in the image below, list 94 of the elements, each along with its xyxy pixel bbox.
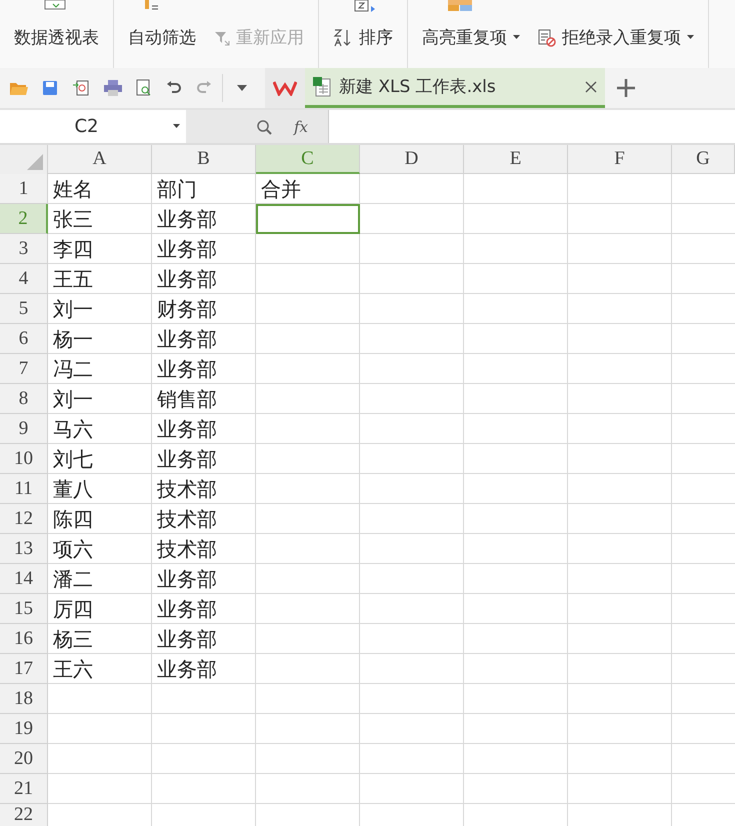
filter-icon [214,30,230,46]
table-cell[interactable]: 技术部 [152,504,256,534]
formula-field[interactable] [328,110,735,143]
table-cell[interactable]: 业务部 [152,564,256,594]
ribbon-button[interactable]: 拒绝录入重复项 [536,24,696,51]
highlight-grid-icon [448,0,472,12]
ribbon-button[interactable]: 数据透视表 [12,24,101,51]
table-cell[interactable]: 业务部 [152,354,256,384]
table-cell[interactable]: 刘一 [48,384,152,414]
column-header[interactable]: F [568,145,672,174]
row-header[interactable]: 6 [0,324,48,354]
preview-icon[interactable] [136,79,152,97]
name-box[interactable]: C2 [0,110,186,143]
column-header[interactable]: D [360,145,464,174]
print-icon[interactable] [104,80,122,96]
dropdown-icon[interactable] [237,85,247,91]
table-cell[interactable]: 王六 [48,654,152,684]
table-cell[interactable]: 合并 [256,174,360,204]
table-cell[interactable]: 销售部 [152,384,256,414]
table-cell[interactable]: 业务部 [152,234,256,264]
row-header[interactable]: 13 [0,534,48,564]
row-header[interactable]: 10 [0,444,48,474]
search-icon[interactable] [256,118,272,134]
row-header[interactable]: 4 [0,264,48,294]
undo-icon[interactable] [166,80,182,96]
ribbon-button[interactable]: 高亮重复项 [420,24,522,51]
tab-title: 新建 XLS 工作表.xls [339,76,497,98]
row-header[interactable]: 18 [0,684,48,714]
table-cell[interactable]: 刘一 [48,294,152,324]
ribbon-button[interactable]: 自动筛选 [126,24,198,51]
column-header[interactable]: E [464,145,568,174]
folder-icon[interactable] [10,81,28,95]
logo-icon[interactable] [265,68,305,108]
add-icon[interactable] [617,79,635,97]
row-header[interactable]: 9 [0,414,48,444]
table-cell[interactable]: 姓名 [48,174,152,204]
table-cell[interactable]: 业务部 [152,324,256,354]
table-cell[interactable]: 刘七 [48,444,152,474]
row-header[interactable]: 3 [0,234,48,264]
row-header[interactable]: 1 [0,174,48,204]
row-header[interactable]: 8 [0,384,48,414]
column-header[interactable]: G [672,145,735,174]
table-cell[interactable]: 业务部 [152,444,256,474]
close-icon[interactable] [585,80,597,92]
table-cell[interactable]: 杨三 [48,624,152,654]
row-header[interactable]: 14 [0,564,48,594]
table-cell[interactable]: 业务部 [152,414,256,444]
list-block-icon [538,28,556,46]
table-cell[interactable]: 业务部 [152,264,256,294]
sort-icon [333,28,353,46]
table-cell[interactable]: 马六 [48,414,152,444]
row-header[interactable]: 15 [0,594,48,624]
row-header[interactable]: 16 [0,624,48,654]
row-header[interactable]: 7 [0,354,48,384]
row-header[interactable]: 19 [0,714,48,744]
table-cell[interactable]: 厉四 [48,594,152,624]
column-header[interactable]: B [152,145,256,174]
document-tab[interactable]: 新建 XLS 工作表.xls [305,68,605,108]
table-cell[interactable]: 技术部 [152,534,256,564]
table-cell[interactable]: 技术部 [152,474,256,504]
row-header[interactable]: 17 [0,654,48,684]
save-icon[interactable] [42,80,58,96]
table-cell[interactable]: 董八 [48,474,152,504]
export-icon[interactable] [72,79,90,97]
table-cell[interactable]: 业务部 [152,654,256,684]
ribbon-button[interactable]: 排序 [331,24,395,51]
table-cell[interactable]: 李四 [48,234,152,264]
table-cell[interactable]: 部门 [152,174,256,204]
table-cell[interactable]: 业务部 [152,204,256,234]
row-header[interactable]: 5 [0,294,48,324]
spreadsheet-icon [313,76,331,96]
table-cell[interactable]: 财务部 [152,294,256,324]
active-cell[interactable] [256,204,360,234]
row-header[interactable]: 22 [0,804,48,826]
table-cell[interactable]: 项六 [48,534,152,564]
table-cell[interactable]: 杨一 [48,324,152,354]
table-cell[interactable]: 张三 [48,204,152,234]
table-cell[interactable]: 陈四 [48,504,152,534]
row-header[interactable]: 11 [0,474,48,504]
caret-icon [513,35,520,40]
caret-icon [687,35,694,40]
column-header[interactable]: A [48,145,152,174]
function-button[interactable]: fx [294,118,308,136]
table-cell[interactable]: 潘二 [48,564,152,594]
table-cell[interactable]: 王五 [48,264,152,294]
row-header[interactable]: 20 [0,744,48,774]
caret-icon [173,124,180,129]
redo-icon[interactable] [196,80,212,96]
triangle-icon [27,154,43,170]
table-cell[interactable]: 业务部 [152,624,256,654]
table-cell[interactable]: 冯二 [48,354,152,384]
row-header[interactable]: 12 [0,504,48,534]
table-cell[interactable]: 业务部 [152,594,256,624]
row-header[interactable]: 21 [0,774,48,804]
